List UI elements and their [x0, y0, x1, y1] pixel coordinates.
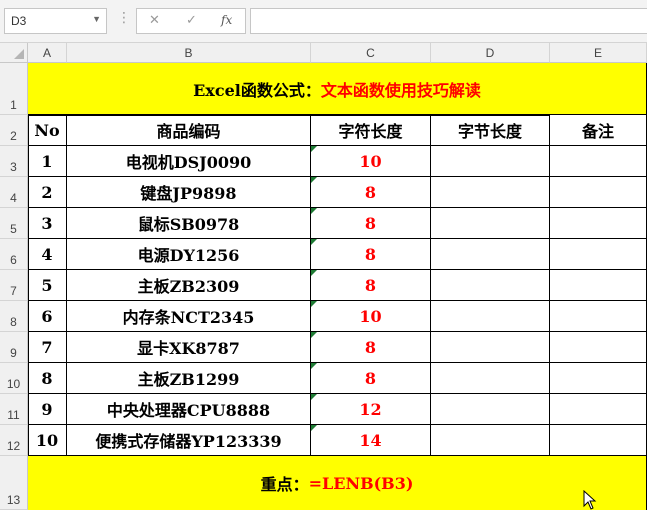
table-cell-no[interactable]: 1: [28, 146, 67, 177]
header-code[interactable]: 商品编码: [67, 115, 311, 146]
column-header-c[interactable]: C: [311, 43, 431, 63]
title-cell[interactable]: Excel函数公式： 文本函数使用技巧解读: [28, 63, 647, 115]
table-cell-byte-length[interactable]: [431, 332, 550, 363]
table-cell-code[interactable]: 鼠标SB0978: [67, 208, 311, 239]
table-cell-char-length[interactable]: 8: [311, 270, 431, 301]
table-cell-no[interactable]: 5: [28, 270, 67, 301]
footer-cell[interactable]: 重点： =LENB(B3): [28, 456, 647, 510]
table-cell-code[interactable]: 内存条NCT2345: [67, 301, 311, 332]
table-cell-note[interactable]: [550, 363, 647, 394]
table-cell-code[interactable]: 电源DY1256: [67, 239, 311, 270]
row-header-2[interactable]: 2: [0, 115, 28, 146]
footer-formula: =LENB(B3): [308, 473, 414, 493]
table-cell-note[interactable]: [550, 301, 647, 332]
table-cell-byte-length[interactable]: [431, 208, 550, 239]
table-cell-no[interactable]: 2: [28, 177, 67, 208]
formula-buttons: ✕ ✓ fx: [136, 8, 246, 34]
row-header-11[interactable]: 11: [0, 394, 28, 425]
column-header-d[interactable]: D: [431, 43, 550, 63]
more-options-icon[interactable]: ⋮: [117, 10, 131, 26]
table-cell-code[interactable]: 主板ZB2309: [67, 270, 311, 301]
formula-bar: D3 ▼ ⋮ ✕ ✓ fx: [0, 0, 647, 43]
row-header-6[interactable]: 6: [0, 239, 28, 270]
table-cell-no[interactable]: 7: [28, 332, 67, 363]
table-cell-byte-length[interactable]: [431, 363, 550, 394]
row-header-4[interactable]: 4: [0, 177, 28, 208]
table-cell-char-length[interactable]: 8: [311, 332, 431, 363]
table-cell-note[interactable]: [550, 425, 647, 456]
header-byte-length[interactable]: 字节长度: [431, 115, 550, 146]
column-header-b[interactable]: B: [67, 43, 311, 63]
chevron-down-icon[interactable]: ▼: [92, 14, 101, 24]
row-header-1[interactable]: 1: [0, 63, 28, 115]
table-cell-char-length[interactable]: 12: [311, 394, 431, 425]
table-cell-no[interactable]: 9: [28, 394, 67, 425]
table-cell-no[interactable]: 8: [28, 363, 67, 394]
formula-input[interactable]: [250, 8, 647, 34]
table-cell-no[interactable]: 10: [28, 425, 67, 456]
row-header-10[interactable]: 10: [0, 363, 28, 394]
table-cell-char-length[interactable]: 10: [311, 146, 431, 177]
insert-function-icon[interactable]: fx: [221, 13, 232, 27]
table-cell-note[interactable]: [550, 239, 647, 270]
table-cell-char-length[interactable]: 10: [311, 301, 431, 332]
table-cell-byte-length[interactable]: [431, 270, 550, 301]
table-cell-code[interactable]: 电视机DSJ0090: [67, 146, 311, 177]
table-cell-note[interactable]: [550, 394, 647, 425]
table-cell-code[interactable]: 键盘JP9898: [67, 177, 311, 208]
header-char-length[interactable]: 字符长度: [311, 115, 431, 146]
row-header-8[interactable]: 8: [0, 301, 28, 332]
row-header-12[interactable]: 12: [0, 425, 28, 456]
header-note[interactable]: 备注: [550, 115, 647, 146]
row-header-3[interactable]: 3: [0, 146, 28, 177]
column-header-a[interactable]: A: [28, 43, 67, 63]
table-cell-byte-length[interactable]: [431, 146, 550, 177]
table-cell-byte-length[interactable]: [431, 425, 550, 456]
table-cell-code[interactable]: 显卡XK8787: [67, 332, 311, 363]
table-cell-note[interactable]: [550, 177, 647, 208]
table-cell-code[interactable]: 主板ZB1299: [67, 363, 311, 394]
name-box[interactable]: D3 ▼: [4, 8, 107, 34]
table-cell-byte-length[interactable]: [431, 239, 550, 270]
table-cell-note[interactable]: [550, 332, 647, 363]
table-cell-code[interactable]: 中央处理器CPU8888: [67, 394, 311, 425]
column-header-e[interactable]: E: [550, 43, 647, 63]
table-cell-code[interactable]: 便携式存储器YP123339: [67, 425, 311, 456]
table-cell-note[interactable]: [550, 270, 647, 301]
enter-icon[interactable]: ✓: [186, 13, 197, 28]
row-header-13[interactable]: 13: [0, 456, 28, 510]
select-all-corner[interactable]: [0, 43, 28, 63]
table-cell-char-length[interactable]: 8: [311, 177, 431, 208]
title-suffix: 文本函数使用技巧解读: [320, 80, 481, 100]
table-cell-char-length[interactable]: 8: [311, 363, 431, 394]
row-header-5[interactable]: 5: [0, 208, 28, 239]
table-cell-no[interactable]: 4: [28, 239, 67, 270]
table-cell-char-length[interactable]: 8: [311, 239, 431, 270]
title-prefix: Excel函数公式：: [193, 80, 321, 100]
row-header-7[interactable]: 7: [0, 270, 28, 301]
table-cell-char-length[interactable]: 8: [311, 208, 431, 239]
table-cell-note[interactable]: [550, 208, 647, 239]
table-cell-no[interactable]: 3: [28, 208, 67, 239]
table-cell-byte-length[interactable]: [431, 301, 550, 332]
table-cell-byte-length[interactable]: [431, 177, 550, 208]
cancel-icon[interactable]: ✕: [149, 13, 160, 28]
row-header-9[interactable]: 9: [0, 332, 28, 363]
footer-prefix: 重点：: [260, 475, 309, 494]
header-no[interactable]: No: [28, 115, 67, 146]
table-cell-char-length[interactable]: 14: [311, 425, 431, 456]
table-cell-no[interactable]: 6: [28, 301, 67, 332]
table-cell-note[interactable]: [550, 146, 647, 177]
name-box-value: D3: [11, 14, 27, 28]
table-cell-byte-length[interactable]: [431, 394, 550, 425]
